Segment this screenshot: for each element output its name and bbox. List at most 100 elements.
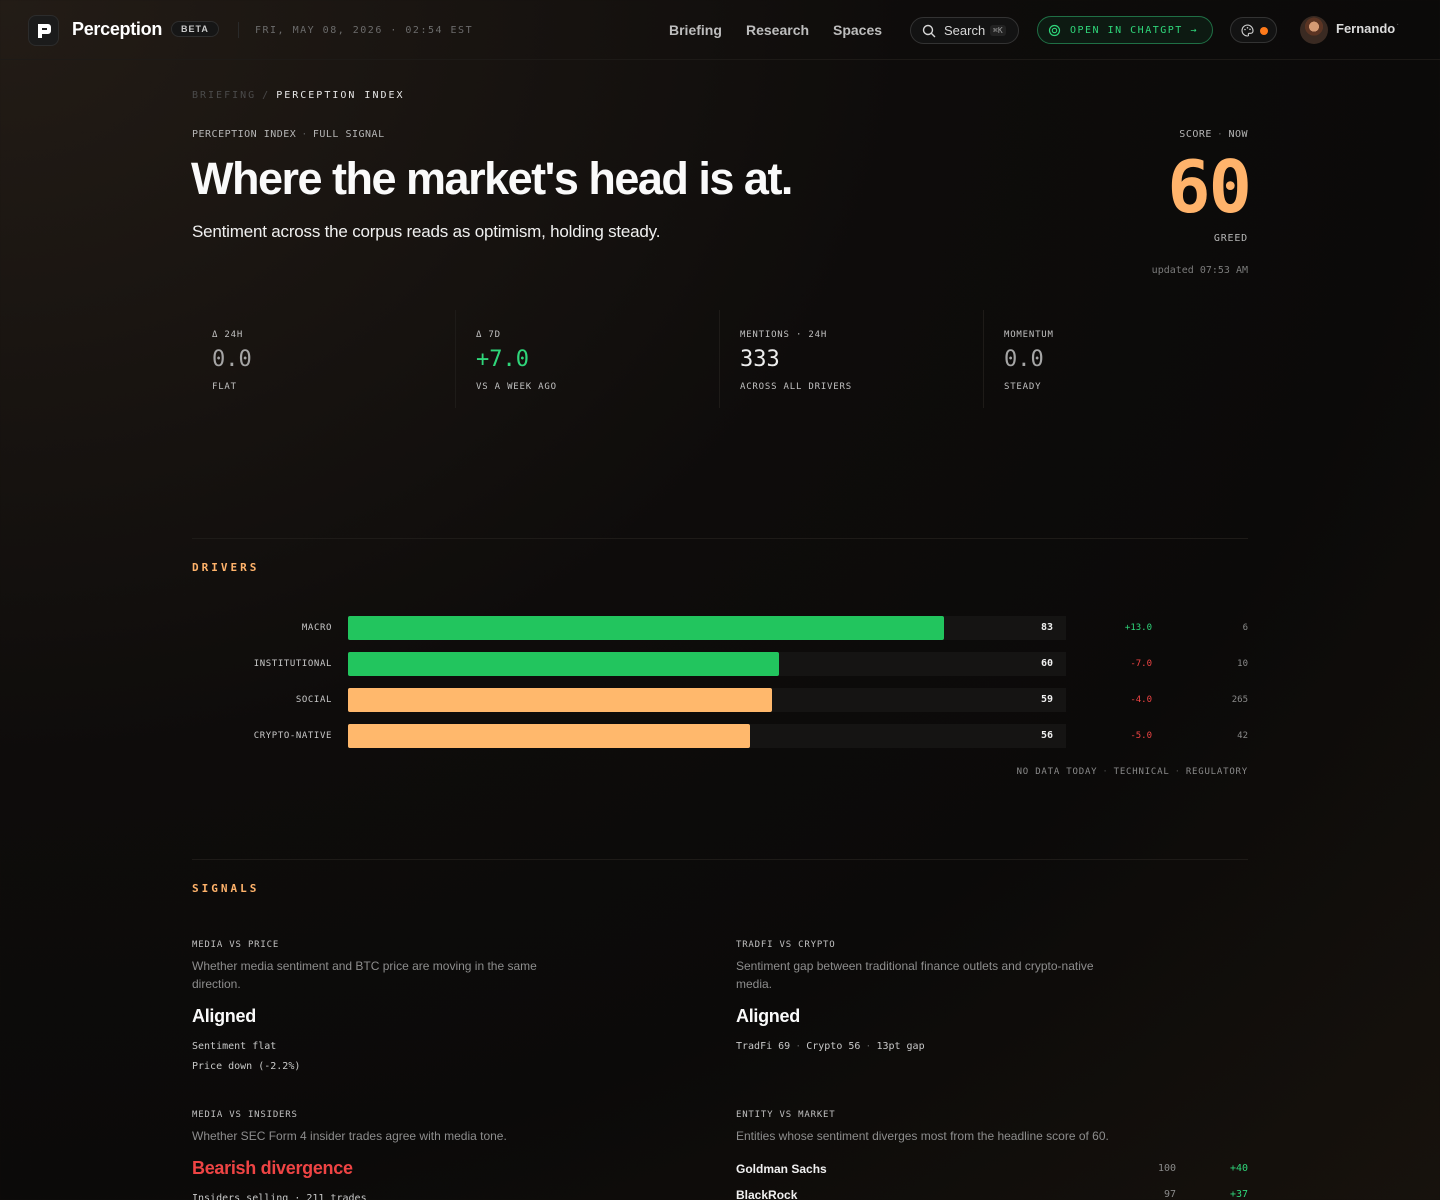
stat-mentions: MENTIONS · 24H 333 ACROSS ALL DRIVERS bbox=[720, 310, 984, 408]
signal-meta-crypto: Crypto 56 bbox=[806, 1041, 861, 1052]
signal-meta-price: Price down (-2.2%) bbox=[192, 1061, 301, 1072]
status-dot bbox=[1260, 27, 1268, 35]
stat-value: 0.0 bbox=[212, 347, 252, 372]
score-sentiment: GREED bbox=[1213, 233, 1248, 244]
breadcrumb-current: PERCEPTION INDEX bbox=[276, 90, 405, 101]
user-menu-chevron[interactable]: · bbox=[1396, 19, 1399, 30]
score-label-score: SCORE bbox=[1179, 129, 1212, 140]
driver-delta: -4.0 bbox=[1130, 695, 1152, 705]
entity-name: BlackRock bbox=[736, 1188, 798, 1200]
stat-value: 0.0 bbox=[1004, 347, 1044, 372]
signal-meta-insiders: Insiders selling · 211 trades bbox=[192, 1193, 367, 1200]
stat-value: +7.0 bbox=[476, 347, 529, 372]
stat-key: Δ 24H bbox=[212, 330, 244, 340]
avatar[interactable] bbox=[1300, 16, 1328, 44]
page-title: Where the market's head is at. bbox=[191, 153, 793, 204]
driver-score: 56 bbox=[1041, 730, 1054, 741]
page-eyebrow: PERCEPTION INDEX · FULL SIGNAL bbox=[192, 129, 385, 140]
stat-delta-7d: Δ 7D +7.0 VS A WEEK AGO bbox=[456, 310, 720, 408]
driver-row-institutional[interactable]: INSTITUTIONAL 60 -7.0 10 bbox=[192, 652, 1248, 676]
driver-name: MACRO bbox=[301, 623, 332, 633]
signal-key: MEDIA VS PRICE bbox=[192, 940, 280, 950]
signal-meta-sentiment: Sentiment flat bbox=[192, 1041, 277, 1052]
section-divider bbox=[192, 859, 1248, 860]
stat-key: MOMENTUM bbox=[1004, 330, 1054, 340]
stat-sub: STEADY bbox=[1004, 382, 1042, 392]
breadcrumb: BRIEFING / PERCEPTION INDEX bbox=[192, 90, 405, 101]
section-divider bbox=[192, 538, 1248, 539]
score-label-now: NOW bbox=[1228, 129, 1248, 140]
signal-value: Aligned bbox=[736, 1006, 800, 1026]
nav-link-spaces[interactable]: Spaces bbox=[833, 22, 882, 38]
no-data-note: NO DATA TODAY · TECHNICAL · REGULATORY bbox=[1016, 767, 1248, 777]
palette-icon bbox=[1241, 24, 1254, 37]
current-datetime: FRI, MAY 08, 2026 · 02:54 EST bbox=[255, 25, 474, 36]
driver-bar bbox=[348, 616, 944, 640]
beta-badge: BETA bbox=[171, 21, 219, 37]
signal-description: Whether media sentiment and BTC price ar… bbox=[192, 959, 537, 991]
brand-name[interactable]: Perception bbox=[72, 19, 162, 40]
signal-description: Whether SEC Form 4 insider trades agree … bbox=[192, 1129, 507, 1143]
driver-row-crypto-native[interactable]: CRYPTO-NATIVE 56 -5.0 42 bbox=[192, 724, 1248, 748]
eyebrow-signal: FULL SIGNAL bbox=[312, 129, 385, 140]
driver-delta: -7.0 bbox=[1130, 659, 1152, 669]
driver-count: 265 bbox=[1231, 695, 1248, 705]
signal-meta: Sentiment flat Price down (-2.2%) bbox=[192, 1037, 300, 1077]
driver-track bbox=[348, 724, 1066, 748]
driver-score: 59 bbox=[1041, 694, 1054, 705]
driver-row-macro[interactable]: MACRO 83 +13.0 6 bbox=[192, 616, 1248, 640]
logo-icon[interactable] bbox=[28, 15, 59, 46]
stat-value: 333 bbox=[740, 347, 780, 372]
driver-track bbox=[348, 616, 1066, 640]
driver-score: 83 bbox=[1041, 622, 1054, 633]
driver-count: 42 bbox=[1237, 731, 1248, 741]
signal-entity-vs-market: ENTITY VS MARKET Entities whose sentimen… bbox=[736, 1110, 1248, 1200]
nav-divider bbox=[238, 22, 239, 38]
search-button[interactable]: Search ⌘K bbox=[910, 17, 1019, 44]
search-shortcut: ⌘K bbox=[990, 25, 1006, 36]
score-label: SCORE · NOW bbox=[1179, 129, 1248, 140]
signal-meta: TradFi 69 · Crypto 56 · 13pt gap bbox=[736, 1041, 925, 1052]
entity-row[interactable]: Goldman Sachs 100 +40 bbox=[736, 1162, 1248, 1182]
stat-sub: ACROSS ALL DRIVERS bbox=[740, 382, 852, 392]
chatgpt-label: OPEN IN CHATGPT → bbox=[1070, 25, 1198, 36]
driver-track bbox=[348, 688, 1066, 712]
entity-score: 97 bbox=[1163, 1189, 1176, 1200]
open-in-chatgpt-button[interactable]: OPEN IN CHATGPT → bbox=[1037, 16, 1213, 44]
driver-row-social[interactable]: SOCIAL 59 -4.0 265 bbox=[192, 688, 1248, 712]
nav-link-briefing[interactable]: Briefing bbox=[669, 22, 722, 38]
breadcrumb-separator: / bbox=[262, 90, 271, 101]
driver-count: 6 bbox=[1242, 623, 1248, 633]
page-subtitle: Sentiment across the corpus reads as opt… bbox=[192, 222, 661, 241]
signal-media-vs-price: MEDIA VS PRICE Whether media sentiment a… bbox=[192, 940, 612, 1090]
stat-momentum: MOMENTUM 0.0 STEADY bbox=[984, 310, 1248, 408]
signal-media-vs-insiders: MEDIA VS INSIDERS Whether SEC Form 4 ins… bbox=[192, 1110, 612, 1200]
entity-row[interactable]: BlackRock 97 +37 bbox=[736, 1188, 1248, 1200]
driver-name: SOCIAL bbox=[295, 695, 332, 705]
driver-bar bbox=[348, 688, 772, 712]
breadcrumb-parent[interactable]: BRIEFING bbox=[192, 90, 256, 101]
driver-delta: +13.0 bbox=[1124, 623, 1152, 633]
openai-icon bbox=[1048, 24, 1061, 37]
signal-key: ENTITY VS MARKET bbox=[736, 1110, 836, 1120]
no-data-technical: TECHNICAL bbox=[1113, 767, 1170, 777]
stat-sub: FLAT bbox=[212, 382, 237, 392]
stat-delta-24h: Δ 24H 0.0 FLAT bbox=[192, 310, 456, 408]
signal-value: Aligned bbox=[192, 1006, 256, 1026]
entity-name: Goldman Sachs bbox=[736, 1162, 827, 1176]
eyebrow-index: PERCEPTION INDEX bbox=[192, 129, 297, 140]
signal-meta-gap: 13pt gap bbox=[876, 1041, 925, 1052]
user-name[interactable]: Fernando bbox=[1336, 21, 1395, 36]
signal-description: Entities whose sentiment diverges most f… bbox=[736, 1129, 1109, 1143]
no-data-regulatory: REGULATORY bbox=[1185, 767, 1248, 777]
signal-key: TRADFI VS CRYPTO bbox=[736, 940, 836, 950]
search-label: Search bbox=[944, 23, 986, 38]
no-data-label: NO DATA TODAY bbox=[1016, 767, 1098, 777]
driver-track bbox=[348, 652, 1066, 676]
entity-score: 100 bbox=[1157, 1163, 1176, 1174]
theme-toggle[interactable] bbox=[1230, 17, 1277, 43]
driver-bar bbox=[348, 652, 779, 676]
driver-bar bbox=[348, 724, 750, 748]
nav-link-research[interactable]: Research bbox=[746, 22, 809, 38]
entity-diff: +40 bbox=[1229, 1163, 1248, 1174]
